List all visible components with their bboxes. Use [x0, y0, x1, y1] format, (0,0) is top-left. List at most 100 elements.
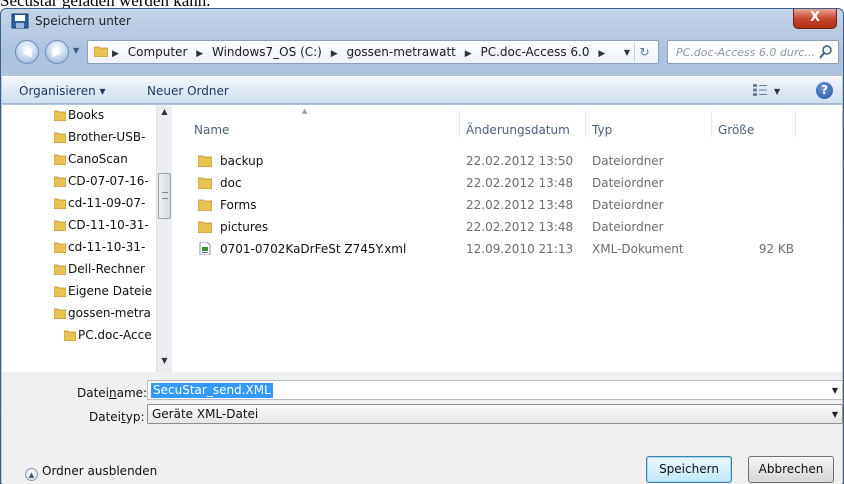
filetype-value: Geräte XML-Datei [152, 407, 259, 421]
forward-button[interactable]: ▶ [45, 40, 69, 64]
column-header-label: Änderungsdatum [466, 123, 570, 137]
label-text: Datei [89, 410, 122, 424]
organize-menu[interactable]: Organisieren ▾ [19, 84, 106, 98]
view-dropdown-icon[interactable]: ▼ [774, 87, 780, 96]
file-type: Dateiordner [592, 198, 664, 212]
history-dropdown-icon[interactable]: ▼ [73, 46, 79, 55]
scrollbar-thumb[interactable] [158, 173, 171, 219]
breadcrumb-item-gossen[interactable]: gossen-metrawatt [346, 45, 455, 59]
dialog-title: Speichern unter [35, 14, 131, 28]
table-row[interactable]: Forms 22.02.2012 13:48 Dateiordner [188, 194, 828, 216]
breadcrumb-separator-icon[interactable]: ▶ [196, 49, 203, 59]
cancel-button[interactable]: Abbrechen [748, 456, 834, 483]
sidebar-item-label: cd-11-09-07- [68, 196, 146, 210]
table-row[interactable]: doc 22.02.2012 13:48 Dateiordner [188, 172, 828, 194]
column-header-label: Typ [592, 123, 613, 137]
file-name: 0701-0702KaDrFeSt Z745Y.xml [220, 242, 407, 256]
grip-icon [162, 192, 168, 199]
label-text: yp: [125, 410, 145, 424]
breadcrumb-item-pcdoc[interactable]: PC.doc-Access 6.0 [480, 45, 589, 59]
address-bar[interactable]: ▶ Computer ▶ Windows7_OS (C:) ▶ gossen-m… [87, 40, 659, 64]
chevron-down-icon[interactable]: ▼ [832, 410, 838, 419]
scroll-up-icon[interactable]: ▲ [157, 107, 172, 121]
column-header-date[interactable]: Änderungsdatum [460, 105, 586, 137]
column-header-type[interactable]: Typ [586, 105, 712, 137]
view-options-icon[interactable] [752, 83, 768, 97]
folder-icon [64, 330, 76, 341]
sidebar-item-label: CD-11-10-31- [68, 218, 149, 232]
hide-folders-toggle[interactable]: ▲ Ordner ausblenden [25, 464, 157, 481]
file-size: 92 KB [758, 242, 794, 256]
refresh-icon[interactable]: ↻ [634, 42, 654, 62]
back-button[interactable]: ◀ [15, 40, 39, 64]
folder-icon [54, 220, 66, 231]
sidebar-item-label: Dell-Rechner [68, 262, 145, 276]
sidebar-item-label: Eigene Dateie [68, 284, 153, 298]
new-folder-button[interactable]: Neuer Ordner [147, 84, 229, 98]
navigation-pane: Books Brother-USB- CanoScan CD-07-07-16-… [2, 105, 174, 372]
close-button[interactable]: X [793, 9, 837, 29]
filetype-select[interactable]: Geräte XML-Datei ▼ [147, 404, 843, 424]
column-header-name[interactable]: Name [188, 105, 460, 137]
folder-icon [54, 154, 66, 165]
chevron-up-icon: ▲ [25, 468, 38, 481]
sidebar-item-pcdoc[interactable]: PC.doc-Acce [64, 325, 156, 347]
sidebar-item-label: PC.doc-Acce [78, 328, 152, 342]
folder-icon [54, 132, 66, 143]
breadcrumb-separator-icon[interactable]: ▶ [598, 49, 605, 59]
command-bar: Organisieren ▾ Neuer Ordner ▼ ? [2, 76, 842, 104]
breadcrumb-separator-icon[interactable]: ▶ [465, 49, 472, 59]
table-row[interactable]: pictures 22.02.2012 13:48 Dateiordner [188, 216, 828, 238]
save-button[interactable]: Speichern [646, 456, 732, 483]
table-row[interactable]: backup 22.02.2012 13:50 Dateiordner [188, 150, 828, 172]
save-as-dialog: Speichern unter X ◀ ▶ ▼ ▶ Computer ▶ Win… [0, 8, 844, 484]
table-row[interactable]: 0701-0702KaDrFeSt Z745Y.xml 12.09.2010 2… [188, 238, 828, 260]
browser-area: Books Brother-USB- CanoScan CD-07-07-16-… [2, 105, 842, 372]
column-header-size[interactable]: Größe [712, 105, 796, 137]
file-name: doc [220, 176, 242, 190]
help-button[interactable]: ? [816, 82, 833, 99]
search-placeholder: PC.doc-Access 6.0 durc... [676, 46, 815, 59]
column-header-label: Name [194, 123, 230, 137]
search-input[interactable]: PC.doc-Access 6.0 durc... [667, 40, 839, 64]
title-bar: Speichern unter X [1, 9, 843, 34]
sidebar-item-label: CanoScan [68, 152, 128, 166]
folder-icon [54, 286, 66, 297]
filetype-label: Dateityp: [89, 410, 145, 424]
chevron-down-icon[interactable]: ▼ [832, 386, 838, 395]
folder-icon [94, 46, 108, 57]
file-date: 12.09.2010 21:13 [466, 242, 574, 256]
sidebar-item-label: cd-11-10-31- [68, 240, 146, 254]
access-key: n [109, 386, 117, 400]
column-divider [795, 111, 796, 137]
file-type: XML-Dokument [592, 242, 684, 256]
file-date: 22.02.2012 13:48 [466, 198, 574, 212]
save-dialog-icon [11, 13, 29, 29]
navigation-scrollbar[interactable]: ▲ ▼ [156, 105, 172, 372]
breadcrumb-separator-icon[interactable]: ▶ [331, 49, 338, 59]
breadcrumb-item-drive[interactable]: Windows7_OS (C:) [212, 45, 322, 59]
column-header-label: Größe [718, 123, 755, 137]
filename-label: Dateiname: [77, 386, 147, 400]
folder-icon [54, 242, 66, 253]
breadcrumb: ▶ Computer ▶ Windows7_OS (C:) ▶ gossen-m… [112, 45, 610, 59]
file-type: Dateiordner [592, 154, 664, 168]
label-text: ame: [116, 386, 148, 400]
file-type: Dateiordner [592, 220, 664, 234]
folder-icon [198, 155, 212, 167]
search-icon[interactable] [818, 44, 834, 60]
filename-input[interactable]: SecuStar_send.XML ▼ [147, 380, 843, 400]
sidebar-item-label: CD-07-07-16- [68, 174, 149, 188]
sidebar-item-label: Books [68, 108, 105, 122]
folder-icon [198, 177, 212, 189]
file-name: backup [220, 154, 264, 168]
breadcrumb-separator-icon[interactable]: ▶ [112, 49, 119, 59]
sidebar-item-label: Brother-USB- [68, 130, 146, 144]
scroll-down-icon[interactable]: ▼ [157, 356, 172, 370]
address-dropdown-icon[interactable]: ▼ [624, 48, 630, 57]
file-date: 22.02.2012 13:50 [466, 154, 574, 168]
breadcrumb-item-computer[interactable]: Computer [128, 45, 188, 59]
folder-icon [198, 221, 212, 233]
file-date: 22.02.2012 13:48 [466, 220, 574, 234]
hide-folders-label: Ordner ausblenden [42, 464, 158, 478]
